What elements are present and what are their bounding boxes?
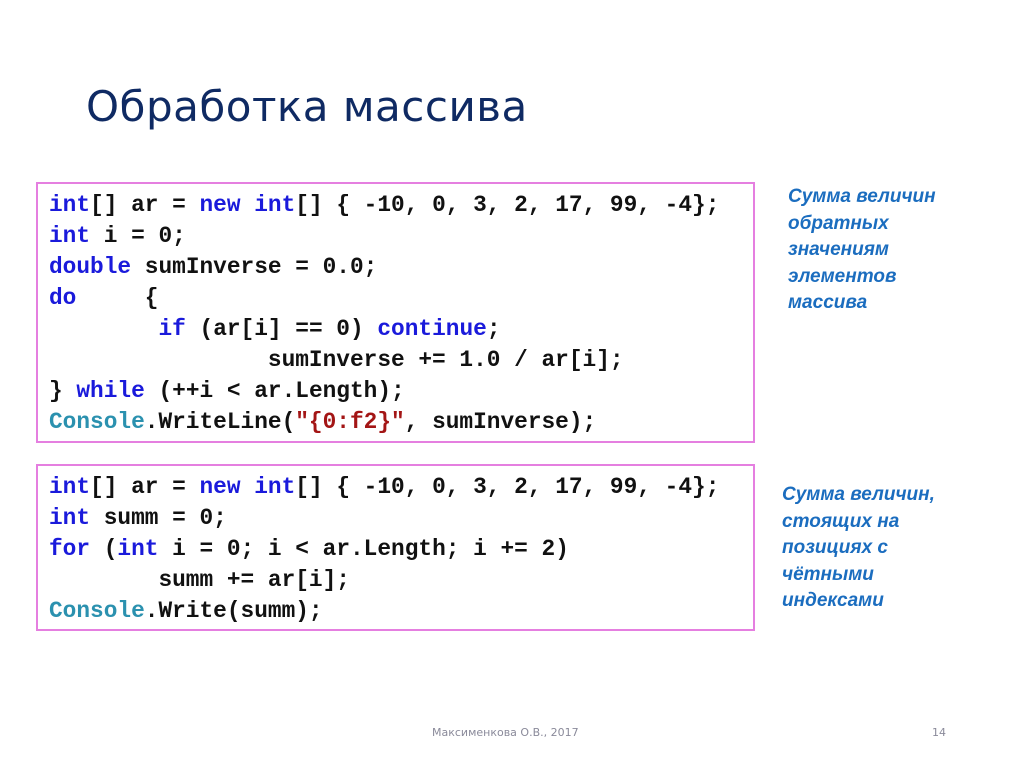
code-text: (++i < ar.Length);	[144, 378, 405, 404]
code-text: {	[76, 285, 159, 311]
code-text: summ = 0;	[90, 505, 227, 531]
note-line: Сумма величин,	[782, 484, 935, 505]
page-number: 14	[932, 726, 946, 739]
code-text: summ += ar[i];	[49, 567, 350, 593]
code-text: , sumInverse);	[404, 409, 597, 435]
code-line: int[] ar = new int[] { -10, 0, 3, 2, 17,…	[49, 472, 719, 503]
code-line: int[] ar = new int[] { -10, 0, 3, 2, 17,…	[49, 190, 719, 221]
code-keyword: int	[49, 474, 91, 500]
note-sum-even-indices: Сумма величин, стоящих на позициях с чётным…	[782, 482, 1002, 615]
note-line: позициях с	[782, 537, 888, 558]
code-text: [] ar =	[90, 192, 200, 218]
code-keyword: new	[199, 474, 241, 500]
code-line: } while (++i < ar.Length);	[49, 376, 719, 407]
code-text: sumInverse += 1.0 / ar[i];	[49, 347, 624, 373]
code-keyword: int	[254, 474, 296, 500]
note-line: Сумма величин	[788, 186, 936, 207]
note-sum-inverse: Сумма величин обратных значениям элементов м…	[788, 184, 1008, 317]
code-keyword: for	[49, 536, 91, 562]
code-text: [] ar =	[90, 474, 200, 500]
code-block-sum-even-indices: int[] ar = new int[] { -10, 0, 3, 2, 17,…	[36, 464, 755, 631]
code-text: i = 0; i < ar.Length; i += 2)	[158, 536, 569, 562]
code-keyword: int	[49, 505, 91, 531]
code-listing: int[] ar = new int[] { -10, 0, 3, 2, 17,…	[49, 190, 719, 438]
slide-title: Обработка массива	[86, 82, 528, 131]
code-class-name: Console	[49, 598, 145, 624]
code-text: (ar[i] == 0)	[185, 316, 378, 342]
code-keyword: double	[49, 254, 132, 280]
code-text: .WriteLine(	[144, 409, 296, 435]
code-class-name: Console	[49, 409, 145, 435]
code-line: sumInverse += 1.0 / ar[i];	[49, 345, 719, 376]
code-keyword: new	[199, 192, 241, 218]
code-line: Console.WriteLine("{0:f2}", sumInverse);	[49, 407, 719, 438]
code-line: double sumInverse = 0.0;	[49, 252, 719, 283]
code-keyword: while	[76, 378, 145, 404]
code-text: sumInverse = 0.0;	[131, 254, 378, 280]
note-line: индексами	[782, 590, 884, 611]
code-text: .Write(summ);	[144, 598, 323, 624]
note-line: чётными	[782, 563, 874, 585]
code-text: [] { -10, 0, 3, 2, 17, 99, -4};	[295, 474, 720, 500]
note-line: стоящих на	[782, 510, 900, 532]
code-keyword: do	[49, 285, 77, 311]
code-keyword: int	[254, 192, 296, 218]
code-line: int summ = 0;	[49, 503, 719, 534]
code-keyword: continue	[377, 316, 487, 342]
code-keyword: if	[158, 316, 186, 342]
code-keyword: int	[49, 192, 91, 218]
code-text: (	[90, 536, 118, 562]
footer-author: Максименкова О.В., 2017	[432, 726, 579, 739]
code-listing: int[] ar = new int[] { -10, 0, 3, 2, 17,…	[49, 472, 719, 627]
code-text: [] { -10, 0, 3, 2, 17, 99, -4};	[295, 192, 720, 218]
code-text: }	[49, 378, 77, 404]
code-line: int i = 0;	[49, 221, 719, 252]
note-line: значениям	[788, 239, 889, 260]
note-line: массива	[788, 292, 868, 313]
note-line: обратных	[788, 212, 889, 234]
code-keyword: int	[117, 536, 159, 562]
code-line: summ += ar[i];	[49, 565, 719, 596]
note-line: элементов	[788, 265, 897, 287]
code-line: if (ar[i] == 0) continue;	[49, 314, 719, 345]
code-line: Console.Write(summ);	[49, 596, 719, 627]
code-text: ;	[486, 316, 501, 342]
code-keyword: int	[49, 223, 91, 249]
code-text: i = 0;	[90, 223, 186, 249]
code-line: for (int i = 0; i < ar.Length; i += 2)	[49, 534, 719, 565]
code-string: "{0:f2}"	[295, 409, 405, 435]
code-block-sum-inverse: int[] ar = new int[] { -10, 0, 3, 2, 17,…	[36, 182, 755, 443]
code-line: do {	[49, 283, 719, 314]
